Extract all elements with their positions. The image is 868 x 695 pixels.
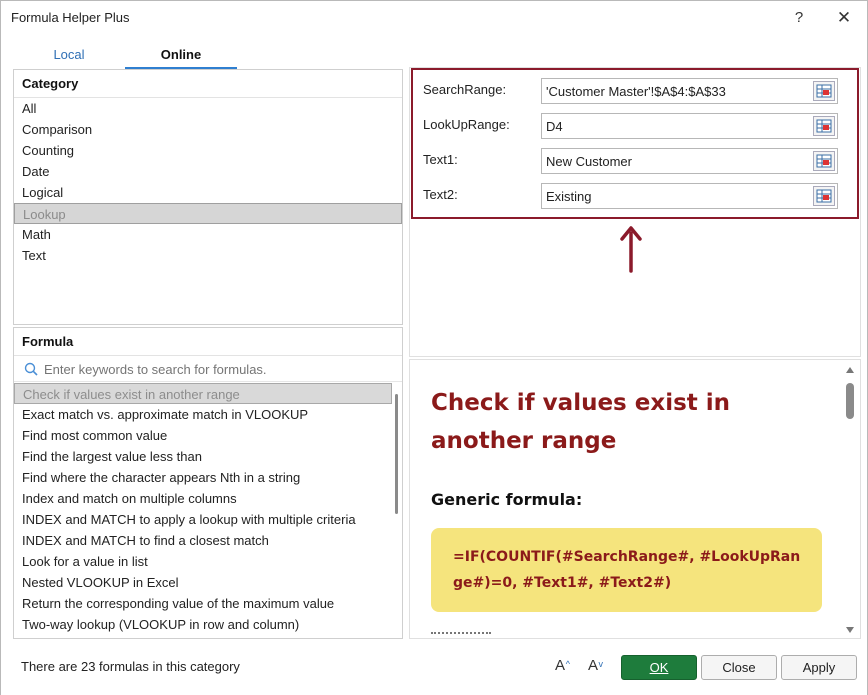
- decrease-font-button[interactable]: Av: [581, 654, 605, 678]
- text2-input[interactable]: [546, 187, 806, 205]
- tab-online[interactable]: Online: [125, 43, 237, 69]
- range-select-icon[interactable]: [813, 151, 835, 171]
- apply-button[interactable]: Apply: [781, 655, 857, 680]
- caret-down-icon: v: [598, 659, 604, 669]
- description-scrollbar[interactable]: [843, 365, 857, 635]
- formula-search: [14, 356, 402, 382]
- increase-font-button[interactable]: A ^: [548, 654, 572, 678]
- close-button[interactable]: Close: [701, 655, 777, 680]
- formula-item[interactable]: Find most common value: [14, 425, 392, 446]
- text1-input[interactable]: [546, 152, 806, 170]
- category-panel: Category All Comparison Counting Date Logica…: [13, 69, 403, 325]
- description-title: Check if values exist in another range: [431, 390, 731, 454]
- up-arrow-icon: [620, 226, 642, 273]
- formula-list: Check if values exist in another range Ex…: [14, 383, 392, 638]
- tab-bar: Local Online: [13, 43, 403, 69]
- category-item[interactable]: Logical: [14, 182, 402, 203]
- description-subtitle: Generic formula:: [431, 490, 583, 509]
- close-window-button[interactable]: ✕: [830, 5, 858, 31]
- formula-item[interactable]: Exact match vs. approximate match in VLO…: [14, 404, 392, 425]
- category-header: Category: [14, 70, 402, 98]
- search-range-label: SearchRange:: [423, 82, 507, 97]
- search-icon: [24, 362, 38, 376]
- category-item[interactable]: Counting: [14, 140, 402, 161]
- generic-formula: =IF(COUNTIF(#SearchRange#, #LookUpRange#…: [453, 549, 801, 591]
- lookup-range-input[interactable]: [546, 117, 806, 135]
- formula-item[interactable]: Two-way lookup (VLOOKUP in row and colum…: [14, 614, 392, 635]
- category-item[interactable]: All: [14, 98, 402, 119]
- formula-item[interactable]: Check if values exist in another range: [14, 383, 392, 404]
- formula-item[interactable]: Find where the character appears Nth in …: [14, 467, 392, 488]
- status-text: There are 23 formulas in this category: [21, 659, 240, 674]
- range-select-icon[interactable]: [813, 186, 835, 206]
- description-scrollbar-thumb[interactable]: [846, 383, 854, 419]
- text1-label: Text1:: [423, 152, 458, 167]
- category-item[interactable]: Date: [14, 161, 402, 182]
- description-panel: Check if values exist in another range G…: [409, 359, 861, 639]
- formula-scrollbar-thumb[interactable]: [395, 394, 398, 514]
- formula-item[interactable]: Look for a value in list: [14, 551, 392, 572]
- category-item[interactable]: Math: [14, 224, 402, 245]
- category-item[interactable]: Comparison: [14, 119, 402, 140]
- range-select-icon[interactable]: [813, 81, 835, 101]
- formula-header: Formula: [14, 328, 402, 356]
- font-increase-label: A: [554, 657, 565, 674]
- lookup-range-label: LookUpRange:: [423, 117, 510, 132]
- range-select-icon[interactable]: [813, 116, 835, 136]
- ok-button[interactable]: OK: [621, 655, 697, 680]
- lookup-range-field[interactable]: [541, 113, 838, 139]
- dialog-content: Local Online Category All Comparison Count…: [1, 35, 867, 695]
- formula-scrollbar[interactable]: [393, 384, 401, 636]
- formula-item[interactable]: Index and match on multiple columns: [14, 488, 392, 509]
- search-range-input[interactable]: [546, 82, 806, 100]
- search-range-field[interactable]: [541, 78, 838, 104]
- text2-field[interactable]: [541, 183, 838, 209]
- formula-item[interactable]: INDEX and MATCH to find a closest match: [14, 530, 392, 551]
- parameter-box: SearchRange: LookUpRange: Text1:: [411, 68, 859, 219]
- formula-item[interactable]: INDEX and MATCH to apply a lookup with m…: [14, 509, 392, 530]
- formula-helper-dialog: Formula Helper Plus ? ✕ Local Online Cat…: [0, 0, 868, 695]
- text2-label: Text2:: [423, 187, 458, 202]
- scroll-down-icon[interactable]: [846, 627, 854, 633]
- formula-box: =IF(COUNTIF(#SearchRange#, #LookUpRange#…: [431, 528, 822, 612]
- caret-up-icon: ^: [565, 659, 570, 669]
- category-list: All Comparison Counting Date Logical Lookup Ma…: [14, 98, 402, 266]
- formula-panel: Formula Check if values exist in another…: [13, 327, 403, 639]
- category-item[interactable]: Lookup: [14, 203, 402, 224]
- formula-item[interactable]: Return the corresponding value of the ma…: [14, 593, 392, 614]
- category-item[interactable]: Text: [14, 245, 402, 266]
- tab-local[interactable]: Local: [13, 43, 125, 69]
- font-decrease-label: A: [587, 657, 598, 674]
- search-input[interactable]: [44, 359, 384, 379]
- formula-item[interactable]: Find the largest value less than: [14, 446, 392, 467]
- window-title: Formula Helper Plus: [11, 10, 130, 25]
- text1-field[interactable]: [541, 148, 838, 174]
- formula-item[interactable]: Nested VLOOKUP in Excel: [14, 572, 392, 593]
- title-bar: Formula Helper Plus ? ✕: [1, 1, 867, 35]
- description-more: [431, 632, 491, 638]
- scroll-up-icon[interactable]: [846, 367, 854, 373]
- help-button[interactable]: ?: [785, 5, 813, 31]
